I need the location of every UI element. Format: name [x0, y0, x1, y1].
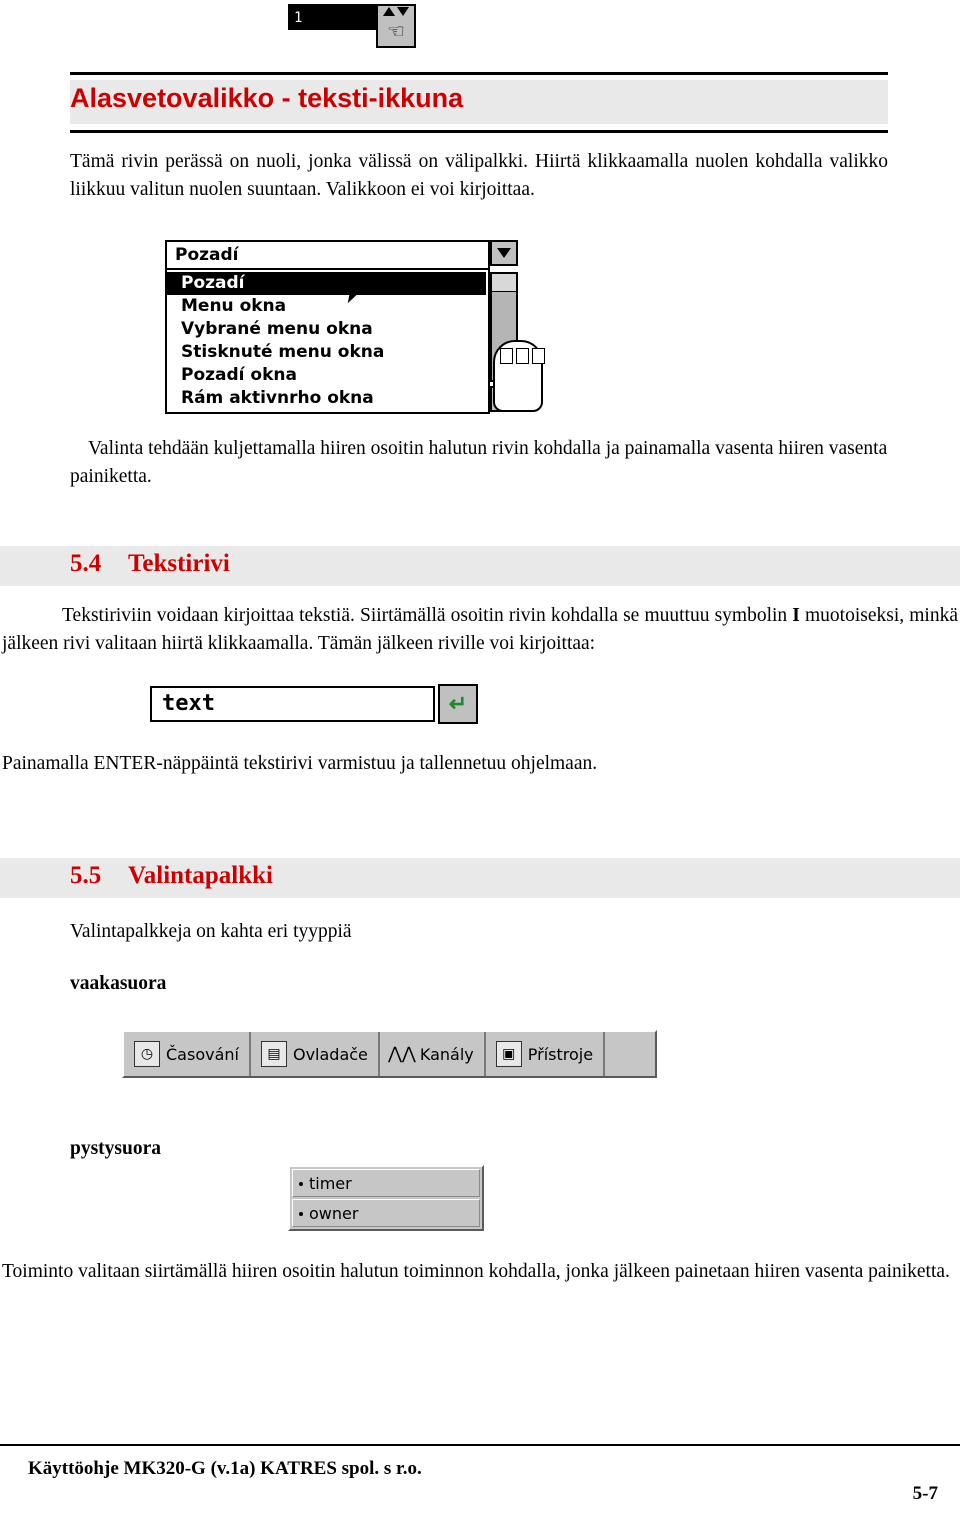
mouse-device-icon: [493, 340, 545, 412]
toolbar-item-label: Ovladače: [292, 1044, 368, 1064]
devices-icon: ▣: [495, 1041, 522, 1067]
scrollbar-thumb[interactable]: [492, 274, 516, 292]
page-title: Alasvetovalikko - teksti-ikkuna: [70, 83, 464, 113]
dropdown-box[interactable]: Pozadí Pozadí Menu okna Vybrané menu okn…: [165, 240, 490, 414]
list-item[interactable]: Rám aktivnrho okna: [167, 387, 488, 410]
section55-heading: 5.5 Valintapalkki: [70, 862, 273, 890]
heading1-underrule: [70, 130, 888, 133]
horizontal-toolbar-figure[interactable]: ◷ Časování ▤ Ovladače ⋀⋀ Kanály ▣ Přístr…: [122, 1030, 657, 1078]
paragraph-intro: Tämä rivin perässä on nuoli, jonka välis…: [70, 151, 888, 200]
label-vertical-toolbar: pystysuora: [70, 1138, 162, 1159]
top-rule: [70, 72, 888, 75]
label-horizontal-toolbar: vaakasuora: [70, 973, 167, 994]
controller-icon: ▤: [260, 1041, 287, 1067]
toolbar-item-label: Kanály: [419, 1044, 474, 1064]
section54-title: Tekstirivi: [128, 550, 230, 577]
footer-rule: [0, 1444, 960, 1446]
page-number: 5-7: [912, 1483, 938, 1504]
toolbar-item-pristroje[interactable]: ▣ Přístroje: [486, 1032, 606, 1076]
mouse-right-button: [532, 348, 545, 364]
paragraph-selection: Valinta tehdään kuljettamalla hiiren oso…: [70, 438, 888, 487]
paragraph-enter: Painamalla ENTER-näppäintä tekstirivi va…: [2, 753, 598, 774]
list-item[interactable]: Menu okna: [167, 295, 488, 318]
document-page: 1 ☜ Alasvetovalikko - teksti-ikkuna Tämä…: [0, 0, 960, 1526]
paragraph-toolbar-usage: Toiminto valitaan siirtämällä hiiren oso…: [2, 1261, 950, 1282]
vertical-toolbar-item-owner[interactable]: owner: [292, 1199, 480, 1227]
channels-icon: ⋀⋀: [387, 1043, 416, 1064]
list-item[interactable]: Pozadí okna: [167, 364, 488, 387]
toolbar-item-casovani[interactable]: ◷ Časování: [124, 1032, 251, 1076]
list-item[interactable]: Vybrané menu okna: [167, 318, 488, 341]
text-input-field[interactable]: text: [150, 686, 435, 722]
paragraph-textline-part1: Tekstiriviin voidaan kirjoittaa tekstiä.…: [62, 605, 793, 626]
paragraph-toolbar-types: Valintapalkkeja on kahta eri tyyppiä: [70, 921, 352, 942]
arrow-up-icon[interactable]: [383, 7, 395, 16]
spinner-widget-figure: 1 ☜: [288, 4, 416, 48]
section54-number: 5.4: [70, 550, 102, 577]
toolbar-item-label: Přístroje: [527, 1044, 594, 1064]
section55-title: Valintapalkki: [128, 862, 273, 889]
paragraph-textline: Tekstiriviin voidaan kirjoittaa tekstiä.…: [0, 602, 960, 658]
dropdown-header-label: Pozadí: [167, 242, 488, 270]
enter-key-icon[interactable]: ↵: [438, 684, 478, 724]
arrow-down-icon[interactable]: [397, 7, 409, 16]
footer-text: Käyttöohje MK320-G (v.1a) KATRES spol. s…: [28, 1458, 422, 1479]
toolbar-item-label: Časování: [166, 1044, 239, 1064]
list-item[interactable]: Stisknuté menu okna: [167, 341, 488, 364]
vertical-toolbar-item-timer[interactable]: timer: [292, 1169, 480, 1197]
spinner-buttons[interactable]: ☜: [376, 4, 416, 48]
section55-number: 5.5: [70, 862, 102, 889]
mouse-middle-button: [516, 348, 529, 364]
toolbar-item-ovladace[interactable]: ▤ Ovladače: [251, 1032, 380, 1076]
mouse-buttons: [500, 348, 545, 364]
clock-icon: ◷: [134, 1041, 160, 1067]
textline-figure: text ↵: [150, 684, 478, 724]
section54-heading: 5.4 Tekstirivi: [70, 550, 230, 578]
list-item[interactable]: Pozadí: [167, 272, 486, 295]
paragraph-textline-symbol: I: [792, 605, 800, 626]
dropdown-list: Pozadí Menu okna Vybrané menu okna Stisk…: [167, 270, 488, 410]
dropdown-figure: Pozadí Pozadí Menu okna Vybrané menu okn…: [165, 240, 545, 416]
vertical-toolbar-figure[interactable]: timer owner: [288, 1165, 484, 1231]
spinner-arrows: [383, 7, 409, 16]
hand-cursor-icon: ☜: [387, 21, 405, 43]
toolbar-item-kanaly[interactable]: ⋀⋀ Kanály: [380, 1032, 486, 1076]
spinner-value-field[interactable]: 1: [288, 4, 376, 30]
scroll-down-icon[interactable]: [490, 240, 518, 266]
mouse-left-button: [500, 348, 513, 364]
